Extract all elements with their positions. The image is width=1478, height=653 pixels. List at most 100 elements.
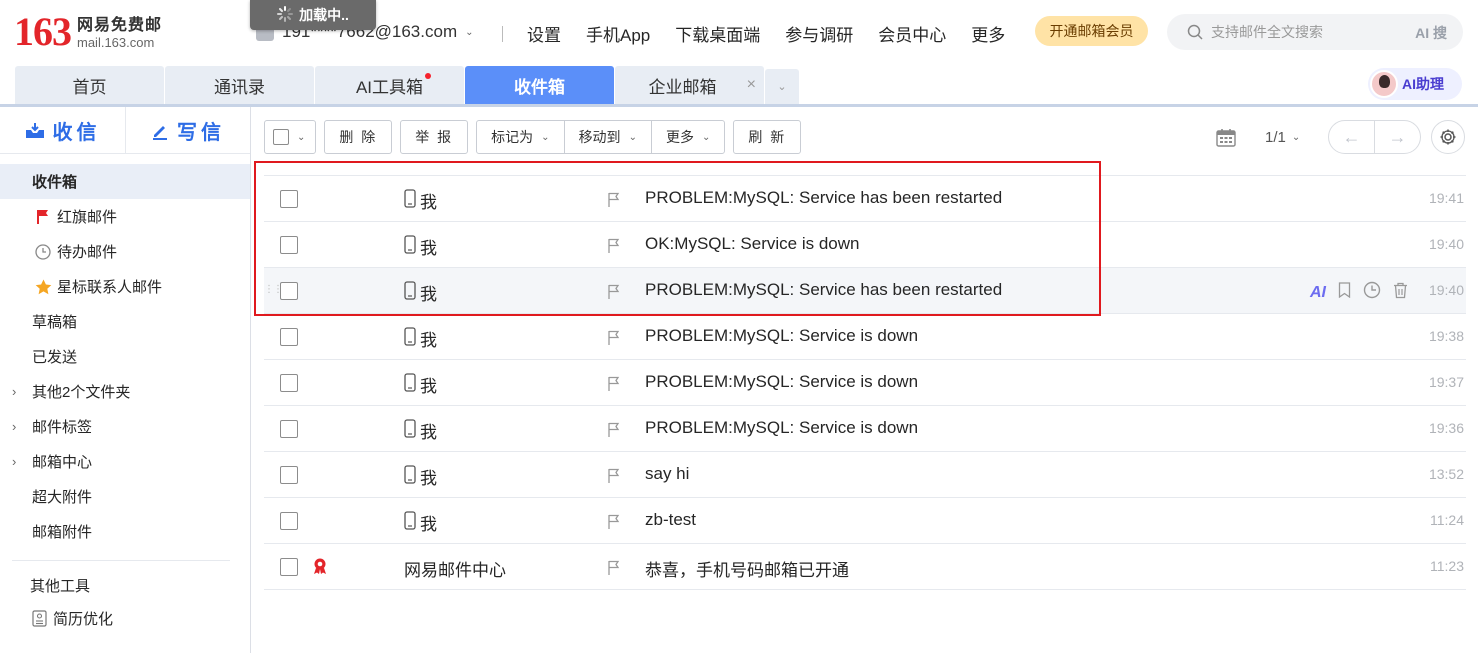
phone-icon [404,510,416,535]
other-tools-title: 其他工具 [30,577,91,595]
prev-page-button[interactable]: ← [1329,121,1374,153]
mail-subject[interactable]: zb-test [645,510,696,530]
row-checkbox[interactable] [280,466,298,484]
flag-icon[interactable] [607,192,621,212]
mail-subject[interactable]: PROBLEM:MySQL: Service is down [645,326,918,346]
flag-icon[interactable] [607,238,621,258]
row-checkbox[interactable] [280,190,298,208]
clock-icon[interactable] [1363,281,1381,304]
move-to-dropdown[interactable]: 移动到 ⌄ [563,121,651,153]
sidebar-item-labels[interactable]: › 邮件标签 [0,409,250,444]
ai-summary-button[interactable]: AI [1310,284,1326,302]
loading-text: 加载中.. [299,7,349,23]
sidebar-item-star-contacts[interactable]: 星标联系人邮件 [0,269,250,304]
receive-button[interactable]: 收信 [0,107,125,154]
mail-row[interactable]: 我 PROBLEM:MySQL: Service is down 19:38 [264,314,1466,360]
row-checkbox[interactable] [280,374,298,392]
select-all-dropdown[interactable]: ⌄ [264,120,317,154]
pagination-arrows: ← → [1328,120,1421,154]
settings-button[interactable] [1431,120,1465,154]
sidebar-item-large-attachments[interactable]: 超大附件 [0,479,250,514]
row-checkbox[interactable] [280,236,298,254]
row-checkbox[interactable] [280,512,298,530]
flag-icon[interactable] [607,284,621,304]
mail-subject[interactable]: PROBLEM:MySQL: Service is down [645,418,918,438]
mail-subject[interactable]: OK:MySQL: Service is down [645,234,859,254]
delete-button[interactable]: 删 除 [324,120,393,154]
row-checkbox[interactable] [280,282,298,300]
flag-icon[interactable] [607,514,621,534]
write-button[interactable]: 写信 [125,107,250,154]
mail-time: 19:40 [1428,236,1464,252]
sidebar-item-sent[interactable]: 已发送 [0,339,250,374]
mark-as-dropdown[interactable]: 标记为 ⌄ [477,121,563,153]
mail-subject[interactable]: say hi [645,464,689,484]
calendar-icon[interactable] [1216,128,1236,152]
sidebar-item-todo[interactable]: 待办邮件 [0,234,250,269]
nav-more[interactable]: 更多 [971,21,1005,46]
close-icon[interactable]: × [747,76,756,94]
mail-row[interactable]: 我 PROBLEM:MySQL: Service has been restar… [264,176,1466,222]
mail-row[interactable]: 我 say hi 13:52 [264,452,1466,498]
mail-row[interactable]: 我 PROBLEM:MySQL: Service is down 19:36 [264,406,1466,452]
search-input[interactable]: 支持邮件全文搜索 AI 搜 [1167,14,1463,50]
refresh-button[interactable]: 刷 新 [733,120,802,154]
sender-name: 我 [420,331,437,350]
flag-icon[interactable] [607,560,621,580]
flag-icon[interactable] [607,468,621,488]
divider [502,25,503,42]
mail-row[interactable]: ⋮⋮ 我 PROBLEM:MySQL: Service has been res… [264,268,1466,314]
mail-subject[interactable]: PROBLEM:MySQL: Service is down [645,372,918,392]
row-checkbox[interactable] [280,558,298,576]
bookmark-icon[interactable] [1338,282,1351,303]
notification-dot [425,73,431,79]
sidebar-item-inbox[interactable]: 收件箱 [0,164,250,199]
flag-icon[interactable] [607,422,621,442]
mail-subject[interactable]: 恭喜，手机号码邮箱已开通 [645,556,849,581]
mail-subject[interactable]: PROBLEM:MySQL: Service has been restarte… [645,188,1002,208]
ai-search-button[interactable]: AI 搜 [1415,23,1447,43]
trash-icon[interactable] [1393,282,1408,304]
more-dropdown[interactable]: 更多 ⌄ [650,121,724,153]
ai-assistant-button[interactable]: AI助理 [1368,68,1462,100]
official-badge-icon [312,557,328,580]
sidebar-item-resume[interactable]: 简历优化 [0,601,250,636]
mail-toolbar: ⌄ 删 除 举 报 标记为 ⌄ 移动到 ⌄ 更多 ⌄ 刷 新 [264,120,809,154]
search-icon [1187,24,1203,40]
flag-icon[interactable] [607,330,621,350]
tab-more-button[interactable]: ⌄ [765,69,799,104]
tab-home[interactable]: 首页 [15,66,164,104]
next-page-button[interactable]: → [1374,121,1420,153]
inbox-download-icon [25,122,45,140]
select-all-checkbox[interactable] [273,129,289,145]
mail-row[interactable]: 我 zb-test 11:24 [264,498,1466,544]
report-button[interactable]: 举 报 [400,120,469,154]
logo[interactable]: 163 网易免费邮 mail.163.com [14,12,162,52]
row-checkbox[interactable] [280,328,298,346]
page-selector[interactable]: 1/1 ⌄ [1265,120,1300,154]
tab-ai-toolbox[interactable]: AI工具箱 [315,66,464,104]
flag-icon[interactable] [607,376,621,396]
row-checkbox[interactable] [280,420,298,438]
tab-inbox[interactable]: 收件箱 [465,66,614,104]
phone-icon [404,280,416,305]
mail-row[interactable]: 我 PROBLEM:MySQL: Service is down 19:37 [264,360,1466,406]
vip-button[interactable]: 开通邮箱会员 [1035,16,1148,46]
sidebar-item-other-folders[interactable]: › 其他2个文件夹 [0,374,250,409]
mail-row[interactable]: 我 OK:MySQL: Service is down 19:40 [264,222,1466,268]
sidebar-item-red-flag[interactable]: 红旗邮件 [0,199,250,234]
tab-enterprise-mail[interactable]: 企业邮箱 × [615,66,764,104]
tab-contacts[interactable]: 通讯录 [165,66,314,104]
sidebar-item-drafts[interactable]: 草稿箱 [0,304,250,339]
mail-subject[interactable]: PROBLEM:MySQL: Service has been restarte… [645,280,1002,300]
sidebar-item-mail-center[interactable]: › 邮箱中心 [0,444,250,479]
nav-survey[interactable]: 参与调研 [785,21,853,46]
nav-settings[interactable]: 设置 [527,21,561,46]
sidebar-item-attachments[interactable]: 邮箱附件 [0,514,250,549]
mail-row[interactable]: 网易邮件中心 恭喜，手机号码邮箱已开通 11:23 [264,544,1466,590]
gear-icon [1439,128,1457,146]
nav-mobile-app[interactable]: 手机App [586,21,650,46]
nav-member-center[interactable]: 会员中心 [878,21,946,46]
spinner-icon [277,5,294,25]
nav-download-desktop[interactable]: 下载桌面端 [675,21,760,46]
